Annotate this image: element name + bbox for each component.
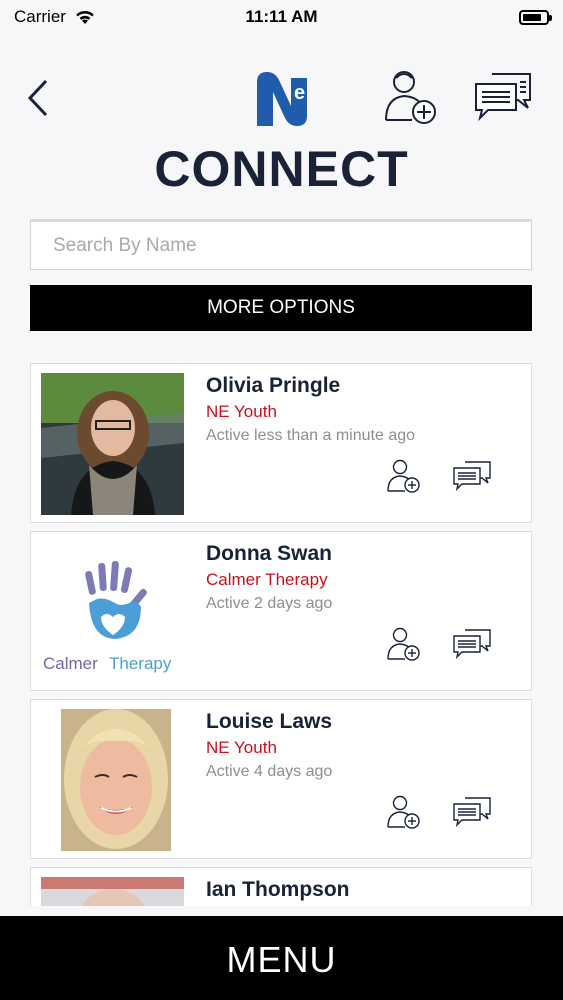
wifi-icon: [76, 10, 94, 24]
contact-list: Olivia Pringle NE Youth Active less than…: [30, 363, 532, 906]
chat-bubbles-icon[interactable]: [453, 461, 491, 491]
contact-name: Ian Thompson: [206, 878, 350, 901]
status-left: Carrier: [14, 7, 96, 27]
avatar: [41, 373, 184, 515]
contact-org: NE Youth: [206, 402, 277, 421]
chat-bubbles-icon[interactable]: [453, 629, 491, 659]
battery-fill: [523, 13, 541, 21]
add-user-icon[interactable]: [387, 626, 421, 662]
search-input[interactable]: [30, 219, 532, 270]
contact-card[interactable]: Louise Laws NE Youth Active 4 days ago: [30, 699, 532, 859]
contact-card[interactable]: Olivia Pringle NE Youth Active less than…: [30, 363, 532, 523]
chat-bubbles-icon[interactable]: [453, 797, 491, 827]
carrier-label: Carrier: [14, 7, 66, 26]
contact-activity: Active less than a minute ago: [206, 427, 416, 444]
svg-text:e: e: [294, 82, 305, 104]
contact-card[interactable]: Calmer Therapy Donna Swan Calmer Therapy…: [30, 531, 532, 691]
contact-activity: Active 2 days ago: [206, 595, 333, 612]
avatar: [41, 877, 184, 906]
contact-info: Donna Swan Calmer Therapy Active 2 days …: [206, 541, 521, 616]
contact-name: Louise Laws: [206, 710, 333, 733]
chat-bubbles-icon[interactable]: [474, 72, 532, 122]
more-options-button[interactable]: MORE OPTIONS: [30, 285, 532, 331]
contact-name: Donna Swan: [206, 542, 333, 565]
logo: e: [257, 72, 307, 126]
add-user-icon[interactable]: [387, 458, 421, 494]
chevron-left-icon[interactable]: [26, 78, 50, 118]
contact-info: Ian Thompson: [206, 877, 521, 903]
contact-org: Calmer Therapy: [206, 570, 328, 589]
logo-text-calmer: Calmer: [43, 654, 98, 673]
status-bar: Carrier 11:11 AM: [0, 0, 563, 34]
add-user-icon[interactable]: [384, 68, 438, 126]
page-title: CONNECT: [154, 141, 409, 197]
logo-text-therapy: Therapy: [109, 654, 172, 673]
contact-info: Louise Laws NE Youth Active 4 days ago: [206, 709, 521, 784]
contact-info: Olivia Pringle NE Youth Active less than…: [206, 373, 521, 448]
contact-card[interactable]: Ian Thompson: [30, 867, 532, 906]
battery-icon: [519, 9, 552, 25]
avatar: [61, 709, 171, 851]
organisation-logo: Calmer Therapy: [41, 541, 184, 683]
header: e: [0, 60, 563, 140]
contact-name: Olivia Pringle: [206, 374, 341, 397]
menu-button[interactable]: MENU: [0, 916, 563, 1000]
add-user-icon[interactable]: [387, 794, 421, 830]
contact-org: NE Youth: [206, 738, 277, 757]
contact-activity: Active 4 days ago: [206, 763, 333, 780]
